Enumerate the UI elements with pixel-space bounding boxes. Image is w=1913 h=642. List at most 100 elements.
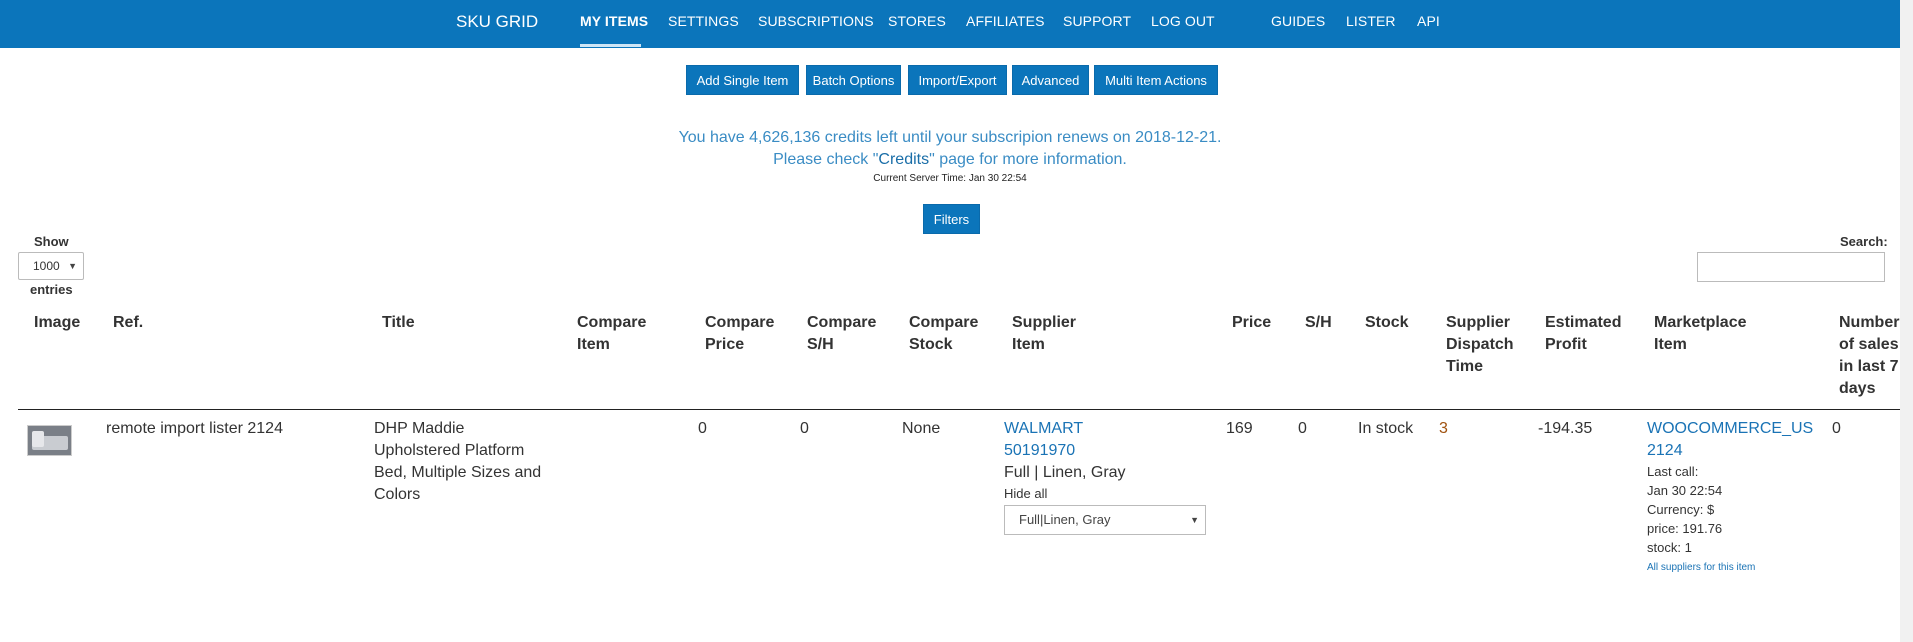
row-ref: remote import lister 2124 [106,420,283,437]
nav-api[interactable]: API [1417,13,1440,29]
brand-logo[interactable]: SKU GRID [456,12,538,32]
search-input[interactable] [1697,252,1885,282]
header-line: Compare [909,314,979,331]
variant-select-value: Full|Linen, Gray [1019,512,1111,527]
entries-select-value: 1000 [33,259,60,273]
add-single-item-button[interactable]: Add Single Item [686,65,799,95]
import-export-button[interactable]: Import/Export [908,65,1007,95]
nav-support[interactable]: SUPPORT [1063,13,1131,29]
header-line: Price [705,336,745,353]
header-line: Item [1654,336,1687,353]
row-sales-last-7-days: 0 [1832,420,1841,437]
header-line: Item [577,336,610,353]
header-line: in last 7 [1839,358,1899,375]
credits-info-line: Please check "Credits" page for more inf… [0,151,1900,169]
supplier-link-line: 50191970 [1004,442,1076,459]
row-sh: 0 [1298,420,1307,437]
column-header-compare-stock[interactable]: Compare Stock [909,312,978,356]
marketplace-stock: stock: 1 [1647,540,1692,555]
chevron-down-icon: ▼ [1190,515,1199,525]
title-line: DHP Maddie [374,420,465,437]
column-header-sales-last-7-days[interactable]: Number of sales in last 7 days [1839,312,1899,400]
marketplace-link-line: WOOCOMMERCE_US [1647,420,1814,437]
all-suppliers-link[interactable]: All suppliers for this item [1647,557,1813,579]
header-line: Profit [1545,336,1587,353]
bed-headboard-shape [32,431,44,447]
row-price: 169 [1226,420,1253,437]
search-label: Search: [1840,234,1888,249]
product-thumbnail[interactable] [27,425,72,456]
header-line: Number [1839,314,1900,331]
credits-notice: You have 4,626,136 credits left until yo… [678,129,1222,146]
top-navbar: SKU GRID MY ITEMS SETTINGS SUBSCRIPTIONS… [0,0,1913,48]
marketplace-currency: Currency: $ [1647,502,1715,517]
header-line: Compare [577,314,647,331]
header-line: Supplier [1446,314,1511,331]
column-header-sh[interactable]: S/H [1305,312,1332,334]
column-header-price[interactable]: Price [1232,312,1271,334]
title-line: Colors [374,486,421,503]
credits-info-suffix: " page for more information. [929,151,1127,168]
last-call-label: Last call: [1647,464,1699,479]
row-marketplace-item: WOOCOMMERCE_US 2124 Last call: Jan 30 22… [1647,418,1813,579]
header-line: Stock [909,336,953,353]
active-tab-indicator [580,44,641,47]
marketplace-item-link[interactable]: WOOCOMMERCE_US 2124 [1647,418,1813,462]
nav-subscriptions[interactable]: SUBSCRIPTIONS [758,13,874,29]
column-header-title[interactable]: Title [382,312,415,334]
header-line: Time [1446,358,1484,375]
column-header-marketplace-item[interactable]: Marketplace Item [1654,312,1747,356]
header-line: Compare [807,314,877,331]
credits-page-link[interactable]: Credits [878,151,929,168]
last-call-time: Jan 30 22:54 [1647,483,1723,498]
row-dispatch-time: 3 [1439,420,1448,437]
supplier-link-line: WALMART [1004,420,1084,437]
nav-affiliates[interactable]: AFFILIATES [966,13,1045,29]
column-header-compare-sh[interactable]: Compare S/H [807,312,876,356]
column-header-supplier-dispatch-time[interactable]: Supplier Dispatch Time [1446,312,1514,378]
multi-item-actions-button[interactable]: Multi Item Actions [1094,65,1218,95]
row-compare-price: 0 [698,420,707,437]
nav-my-items[interactable]: MY ITEMS [580,13,648,29]
column-header-ref[interactable]: Ref. [113,312,143,334]
supplier-item-link[interactable]: WALMART 50191970 [1004,418,1126,462]
column-header-stock[interactable]: Stock [1365,312,1409,334]
row-supplier-item: WALMART 50191970 Full | Linen, Gray Hide… [1004,418,1126,503]
header-line: Dispatch [1446,336,1514,353]
vertical-scrollbar[interactable] [1900,0,1913,642]
supplier-variant: Full | Linen, Gray [1004,464,1126,481]
header-line: Supplier [1012,314,1077,331]
header-line: days [1839,380,1876,397]
header-line: S/H [807,336,834,353]
table-header-divider [18,409,1913,410]
entries-per-page-select[interactable]: 1000 ▼ [18,252,84,280]
column-header-supplier-item[interactable]: Supplier Item [1012,312,1076,356]
row-compare-sh: 0 [800,420,809,437]
row-stock: In stock [1358,420,1414,437]
header-line: Compare [705,314,775,331]
column-header-compare-price[interactable]: Compare Price [705,312,774,356]
credits-info-prefix: Please check " [773,151,879,168]
advanced-button[interactable]: Advanced [1012,65,1089,95]
row-title: DHP Maddie Upholstered Platform Bed, Mul… [374,418,541,506]
hide-all-link[interactable]: Hide all [1004,484,1126,503]
nav-stores[interactable]: STORES [888,13,946,29]
nav-lister[interactable]: LISTER [1346,13,1396,29]
variant-select[interactable]: Full|Linen, Gray ▼ [1004,505,1206,535]
entries-label: entries [30,282,73,297]
header-line: Estimated [1545,314,1622,331]
nav-guides[interactable]: GUIDES [1271,13,1325,29]
row-estimated-profit: -194.35 [1538,420,1593,437]
column-header-image[interactable]: Image [34,312,80,334]
column-header-estimated-profit[interactable]: Estimated Profit [1545,312,1621,356]
row-compare-stock: None [902,420,941,437]
nav-settings[interactable]: SETTINGS [668,13,739,29]
chevron-down-icon: ▼ [68,261,77,271]
batch-options-button[interactable]: Batch Options [806,65,901,95]
column-header-compare-item[interactable]: Compare Item [577,312,646,356]
marketplace-link-line: 2124 [1647,442,1683,459]
filters-button[interactable]: Filters [923,204,980,234]
server-time: Current Server Time: Jan 30 22:54 [873,173,1027,184]
header-line: of sales [1839,336,1899,353]
nav-log-out[interactable]: LOG OUT [1151,13,1215,29]
